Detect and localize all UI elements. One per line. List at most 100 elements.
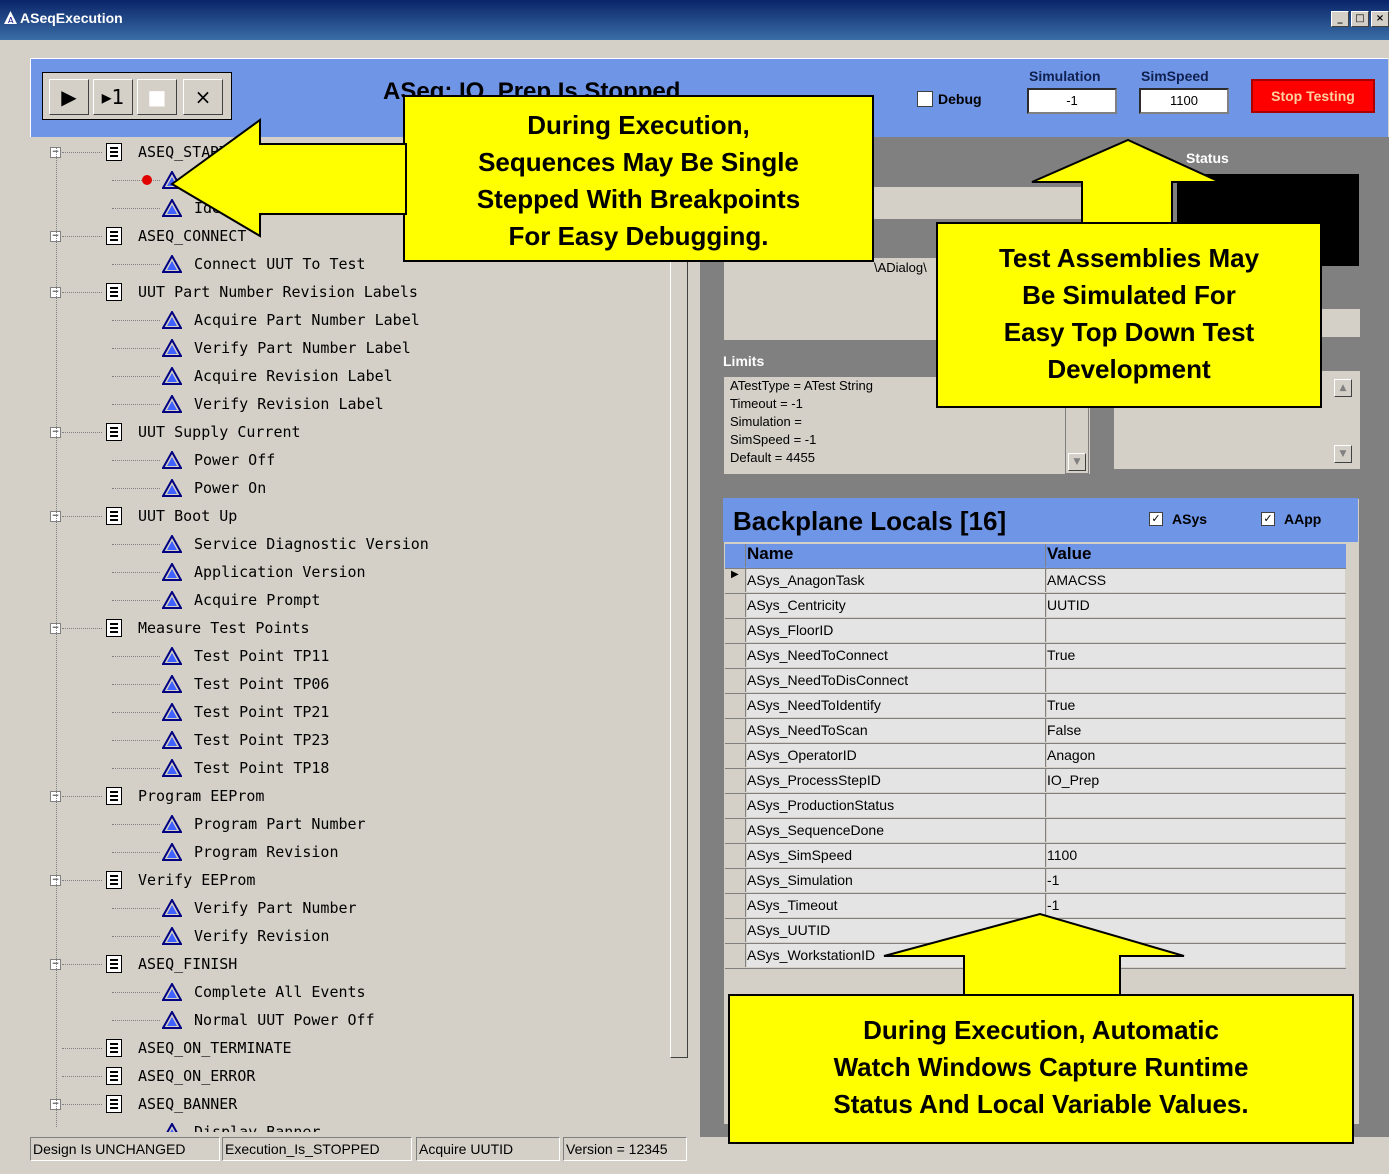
variable-value[interactable]: True [1047,644,1345,667]
tree-step-item[interactable]: Test Point TP11 [30,643,666,669]
row-selector[interactable] [725,719,746,742]
tree-step-item[interactable]: Power On [30,475,666,501]
table-row[interactable]: ASys_NeedToConnect True [725,644,1346,669]
tree-step-item[interactable]: Verify Revision Label [30,391,666,417]
table-row[interactable]: ASys_SequenceDone [725,819,1346,844]
variable-value[interactable]: Anagon [1047,744,1345,767]
simspeed-input[interactable]: 1100 [1139,88,1229,114]
column-name-header[interactable]: Name [747,544,1046,567]
tree-sequence-item[interactable]: − UUT Boot Up [30,503,666,529]
variable-value[interactable]: AMACSS [1047,569,1345,592]
simulation-input[interactable]: -1 [1027,88,1117,114]
tree-step-item[interactable]: Power Off [30,447,666,473]
callout-breakpoints: During Execution, Sequences May Be Singl… [403,95,874,262]
table-row[interactable]: ASys_NeedToIdentify True [725,694,1346,719]
table-row[interactable]: ASys_NeedToDisConnect [725,669,1346,694]
variable-value[interactable] [1047,619,1345,642]
tree-step-item[interactable]: Test Point TP06 [30,671,666,697]
step-button[interactable]: ▸1 [93,79,133,115]
scroll-up-icon[interactable]: ▲ [1334,379,1352,397]
row-selector[interactable]: ▶ [725,569,746,592]
step-icon [161,925,183,945]
tree-sequence-item[interactable]: − UUT Supply Current [30,419,666,445]
row-selector[interactable] [725,619,746,642]
variable-value[interactable]: UUTID [1047,594,1345,617]
table-row[interactable]: ASys_NeedToScan False [725,719,1346,744]
maximize-button[interactable]: □ [1351,11,1369,27]
row-selector[interactable] [725,944,746,967]
step-icon [161,673,183,693]
table-row[interactable]: ASys_SimSpeed 1100 [725,844,1346,869]
row-selector[interactable] [725,744,746,767]
aapp-checkbox[interactable]: ✓ [1261,512,1275,526]
tree-scrollbar[interactable] [668,137,690,1132]
scroll-down-icon[interactable]: ▼ [1068,453,1086,471]
run-button[interactable]: ▶ [49,79,89,115]
row-selector[interactable] [725,644,746,667]
tree-sequence-item[interactable]: − Verify EEProm [30,867,666,893]
table-row[interactable]: ASys_FloorID [725,619,1346,644]
variable-value[interactable]: 1100 [1047,844,1345,867]
close-button[interactable]: × [183,79,223,115]
tree-step-item[interactable]: Verify Revision [30,923,666,949]
scroll-thumb[interactable] [670,141,688,1058]
asys-checkbox[interactable]: ✓ [1149,512,1163,526]
tree-sequence-item[interactable]: − Measure Test Points [30,615,666,641]
row-selector[interactable] [725,594,746,617]
table-row[interactable]: ASys_ProductionStatus [725,794,1346,819]
variable-value[interactable] [1047,819,1345,842]
column-value-header[interactable]: Value [1047,544,1345,567]
tree-sequence-item[interactable]: ASEQ_ON_TERMINATE [30,1035,666,1061]
stop-testing-button[interactable]: Stop Testing [1251,79,1375,113]
minimize-button[interactable]: _ [1331,11,1349,27]
row-selector[interactable] [725,694,746,717]
variable-value[interactable]: IO_Prep [1047,769,1345,792]
tree-step-item[interactable]: Acquire Revision Label [30,363,666,389]
variable-value[interactable]: -1 [1047,869,1345,892]
stop-icon[interactable]: ■ [137,79,177,115]
row-selector[interactable] [725,919,746,942]
tree-step-item[interactable]: Test Point TP23 [30,727,666,753]
tree-step-item[interactable]: Complete All Events [30,979,666,1005]
tree-step-item[interactable]: Normal UUT Power Off [30,1007,666,1033]
tree-step-item[interactable]: Program Part Number [30,811,666,837]
variable-value[interactable]: True [1047,694,1345,717]
close-window-button[interactable]: × [1371,11,1389,27]
tree-step-item[interactable]: Display Banner [30,1119,666,1132]
tree-step-item[interactable]: Verify Part Number Label [30,335,666,361]
tree-step-item[interactable]: Application Version [30,559,666,585]
tree-label: Test Point TP06 [194,675,330,693]
row-selector[interactable] [725,894,746,917]
scroll-down-icon[interactable]: ▼ [1334,445,1352,463]
tree-step-item[interactable]: Acquire Prompt [30,587,666,613]
tree-step-item[interactable]: Verify Part Number [30,895,666,921]
tree-sequence-item[interactable]: − Program EEProm [30,783,666,809]
tree-step-item[interactable]: Acquire Part Number Label [30,307,666,333]
tree-step-item[interactable]: Test Point TP18 [30,755,666,781]
variable-value[interactable] [1047,669,1345,692]
row-selector[interactable] [725,669,746,692]
step-icon [161,253,183,273]
tree-step-item[interactable]: Service Diagnostic Version [30,531,666,557]
table-row[interactable]: ASys_ProcessStepID IO_Prep [725,769,1346,794]
tree-sequence-item[interactable]: ASEQ_ON_ERROR [30,1063,666,1089]
table-row[interactable]: ASys_OperatorID Anagon [725,744,1346,769]
table-row[interactable]: ASys_Simulation -1 [725,869,1346,894]
tree-step-item[interactable]: Test Point TP21 [30,699,666,725]
debug-checkbox[interactable] [917,91,933,107]
tree-step-item[interactable]: Program Revision [30,839,666,865]
tree-sequence-item[interactable]: − UUT Part Number Revision Labels [30,279,666,305]
step-icon [161,449,183,469]
variable-value[interactable]: False [1047,719,1345,742]
table-row[interactable]: ▶ ASys_AnagonTask AMACSS [725,569,1346,594]
limits-line: Simulation = [730,414,802,429]
row-selector[interactable] [725,769,746,792]
row-selector[interactable] [725,844,746,867]
table-row[interactable]: ASys_Centricity UUTID [725,594,1346,619]
row-selector[interactable] [725,819,746,842]
tree-sequence-item[interactable]: − ASEQ_BANNER [30,1091,666,1117]
row-selector[interactable] [725,794,746,817]
tree-sequence-item[interactable]: − ASEQ_FINISH [30,951,666,977]
row-selector[interactable] [725,869,746,892]
variable-value[interactable] [1047,794,1345,817]
